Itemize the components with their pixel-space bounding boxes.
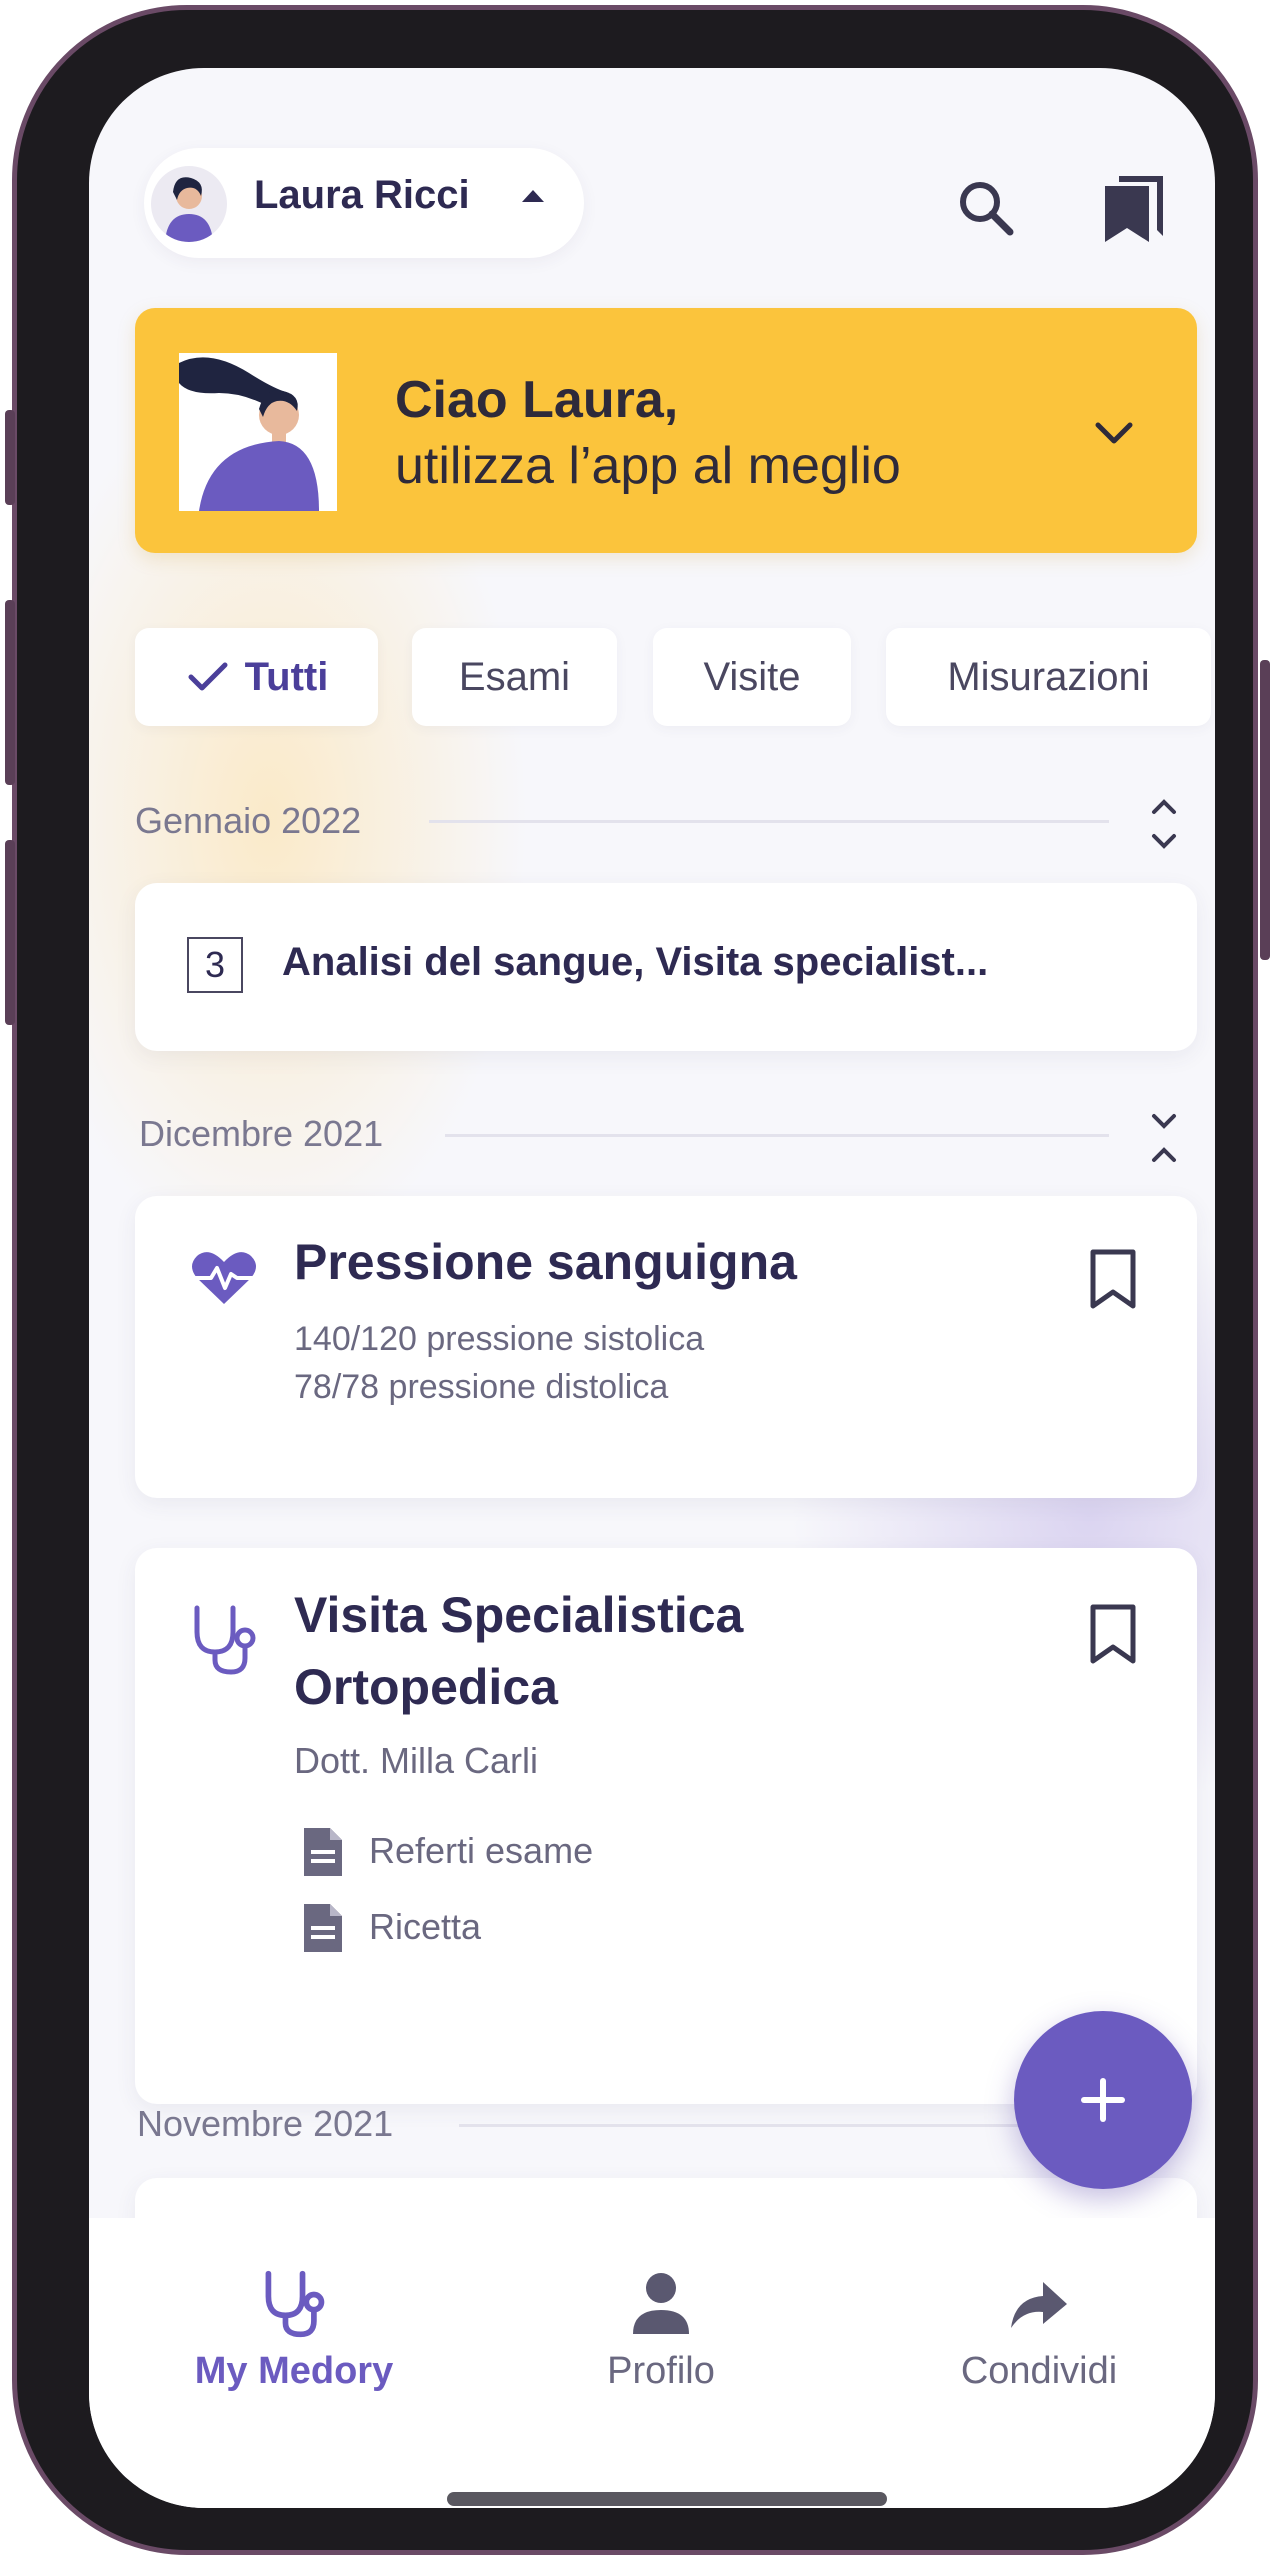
stethoscope-icon: [265, 2270, 325, 2338]
caret-up-icon: [522, 190, 544, 202]
chevron-down-icon[interactable]: [1084, 403, 1144, 463]
heart-rate-icon: [189, 1248, 259, 1308]
filter-chip-label: Tutti: [244, 654, 329, 699]
summary-title: Analisi del sangue, Visita specialist...: [282, 940, 989, 984]
home-indicator: [447, 2492, 887, 2506]
filter-chip-tutti[interactable]: Tutti: [135, 628, 378, 726]
app-screen: Laura Ricci Ciao Laura, utilizza l’app a…: [89, 68, 1215, 2508]
filter-chip-esami[interactable]: Esami: [412, 628, 617, 726]
month-header: Dicembre 2021: [139, 1113, 384, 1154]
profile-name: Laura Ricci: [254, 173, 470, 217]
attachment-link[interactable]: Referti esame: [369, 1830, 593, 1872]
plus-icon: [1081, 2078, 1125, 2122]
banner-subtitle: utilizza l’app al meglio: [395, 437, 901, 495]
nav-item-my-medory[interactable]: My Medory: [144, 2268, 444, 2393]
expand-icon[interactable]: [1144, 794, 1184, 854]
divider: [459, 2124, 1019, 2127]
bookmarks-icon[interactable]: [1089, 163, 1179, 253]
divider: [445, 1134, 1109, 1137]
banner-title: Ciao Laura,: [395, 371, 679, 429]
card-title: Visita Specialistica: [294, 1587, 744, 1643]
document-icon: [302, 1902, 344, 1954]
side-button: [5, 840, 15, 1025]
side-button: [5, 600, 15, 785]
filter-chip-visite[interactable]: Visite: [653, 628, 851, 726]
attachment-link[interactable]: Ricetta: [369, 1906, 481, 1948]
month-header: Novembre 2021: [137, 2103, 394, 2144]
avatar: [151, 166, 227, 242]
check-icon: [188, 662, 228, 691]
search-icon[interactable]: [941, 163, 1031, 253]
side-button: [5, 410, 15, 505]
card-title: Ortopedica: [294, 1659, 558, 1715]
banner-illustration: [179, 353, 337, 511]
add-button[interactable]: [1014, 2011, 1192, 2189]
card-title: Pressione sanguigna: [294, 1234, 797, 1290]
filter-chip-label: Esami: [458, 654, 571, 699]
nav-item-profilo[interactable]: Profilo: [511, 2268, 811, 2393]
filter-chip-label: Visite: [703, 654, 801, 699]
collapse-icon[interactable]: [1144, 1108, 1184, 1168]
nav-label: Condividi: [960, 2350, 1118, 2392]
divider: [429, 820, 1109, 823]
share-icon: [1011, 2282, 1067, 2328]
month-header: Gennaio 2022: [135, 800, 362, 841]
phone-frame: Laura Ricci Ciao Laura, utilizza l’app a…: [5, 5, 1270, 2555]
person-icon: [633, 2273, 689, 2334]
nav-label: Profilo: [607, 2350, 715, 2392]
doctor-name: Dott. Milla Carli: [294, 1740, 539, 1781]
side-button: [1260, 660, 1270, 960]
measurement-value: 78/78 pressione distolica: [294, 1368, 669, 1406]
filter-chip-misurazioni[interactable]: Misurazioni: [886, 628, 1211, 726]
bookmark-icon[interactable]: [1087, 1603, 1139, 1665]
nav-label: My Medory: [194, 2350, 394, 2392]
measurement-value: 140/120 pressione sistolica: [294, 1320, 705, 1358]
filter-chip-label: Misurazioni: [947, 654, 1150, 699]
bookmark-icon[interactable]: [1087, 1248, 1139, 1310]
item-count-badge: 3: [187, 937, 243, 993]
document-icon: [302, 1826, 344, 1878]
nav-item-condividi[interactable]: Condividi: [889, 2268, 1189, 2393]
stethoscope-icon: [189, 1602, 259, 1678]
